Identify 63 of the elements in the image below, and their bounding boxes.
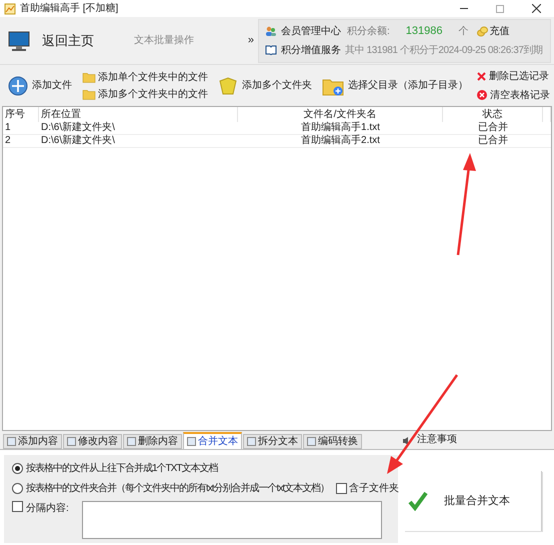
book-icon (265, 45, 277, 56)
tab[interactable]: 删除内容 (123, 434, 182, 449)
home-link[interactable]: 返回主页 (42, 30, 94, 50)
notice-link[interactable]: 注意事项 (417, 432, 457, 447)
add-file-button[interactable]: 添加文件 (8, 76, 72, 96)
unit-label: 个 (458, 25, 468, 39)
checkbox-label: 分隔内容: (26, 502, 69, 516)
plus-icon (8, 76, 28, 96)
table-cell-text: 已合并 (477, 136, 509, 146)
column-header[interactable]: 所在位置 (39, 107, 238, 122)
folder-icon (82, 71, 96, 83)
table-cell-text: 首助编辑高手2.txt (300, 136, 381, 146)
separator-field[interactable] (82, 501, 382, 539)
merge-button[interactable]: 批量合并文本 (404, 471, 542, 531)
close-icon (532, 4, 540, 13)
checkbox-label: 含子文件夹 (349, 482, 400, 496)
coins-icon (476, 26, 488, 37)
add-folders-button[interactable]: 添加多个文件夹 (218, 76, 312, 94)
table-cell-text: D:\6\新建文件夹\ (40, 123, 116, 133)
speaker-icon (403, 437, 410, 445)
expand-button[interactable]: » (248, 32, 254, 49)
table-cell-text: 2 (4, 136, 12, 146)
checkbox[interactable] (336, 483, 348, 494)
table-cell-text: 1 (4, 123, 12, 133)
cross-icon (477, 72, 486, 80)
folder-icon (82, 88, 96, 100)
table-cell-text: 首助编辑高手1.txt (300, 123, 381, 133)
balance-value: 131986 (406, 24, 442, 40)
tab[interactable]: 合并文本 (183, 432, 242, 449)
app-icon (4, 2, 16, 14)
add-multi-folder-files-button[interactable]: 添加多个文件夹中的文件 (82, 86, 208, 102)
column-header[interactable]: 状态 (443, 107, 543, 122)
clear-table-button[interactable]: 清空表格记录 (477, 88, 550, 102)
table-cell-text: 已合并 (477, 123, 509, 133)
table-row[interactable]: 2 D:\6\新建文件夹\ 首助编辑高手2.txt 已合并 (3, 135, 551, 148)
balance-label: 积分余额: (347, 24, 390, 39)
clear-icon (477, 90, 487, 100)
window-title: 首助编辑高手 [不加糖] (20, 2, 118, 16)
users-icon (265, 26, 277, 37)
radio-button[interactable] (12, 483, 23, 494)
delete-selected-button[interactable]: 删除已选记录 (477, 68, 550, 84)
member-center-link[interactable]: 会员管理中心 (281, 24, 341, 39)
section-title: 文本批量操作 (134, 34, 194, 48)
expiry-text: 其中 131981 个积分于2024-09-25 08:26:37到期 (345, 44, 543, 58)
folder-icon (218, 76, 238, 94)
add-single-folder-button[interactable]: 添加单个文件夹中的文件 (82, 70, 208, 84)
column-header[interactable]: 序号 (3, 107, 39, 122)
tab[interactable]: 添加内容 (3, 434, 62, 449)
radio-button[interactable] (12, 463, 23, 474)
check-icon (408, 491, 428, 511)
tab[interactable]: 修改内容 (63, 434, 122, 449)
checkbox[interactable] (12, 501, 23, 512)
recharge-link[interactable]: 充值 (490, 24, 510, 39)
column-header[interactable]: 文件名/文件夹名 (238, 107, 443, 122)
table-cell-text: D:\6\新建文件夹\ (40, 136, 116, 146)
monitor-icon (8, 30, 30, 52)
option-label: 按表格中的文件夹合并（每个文件夹中的所有txt分别合并成一个txt文本文档） (26, 482, 330, 496)
choose-parent-button[interactable]: 选择父目录（添加子目录） (322, 76, 468, 96)
tab[interactable]: 拆分文本 (243, 434, 302, 449)
table-row[interactable]: 1 D:\6\新建文件夹\ 首助编辑高手1.txt 已合并 (3, 122, 551, 135)
tab[interactable]: 编码转换 (303, 434, 362, 449)
option-label: 按表格中的文件从上往下合并成1个TXT文本文档 (26, 462, 218, 476)
service-link[interactable]: 积分增值服务 (281, 42, 341, 58)
